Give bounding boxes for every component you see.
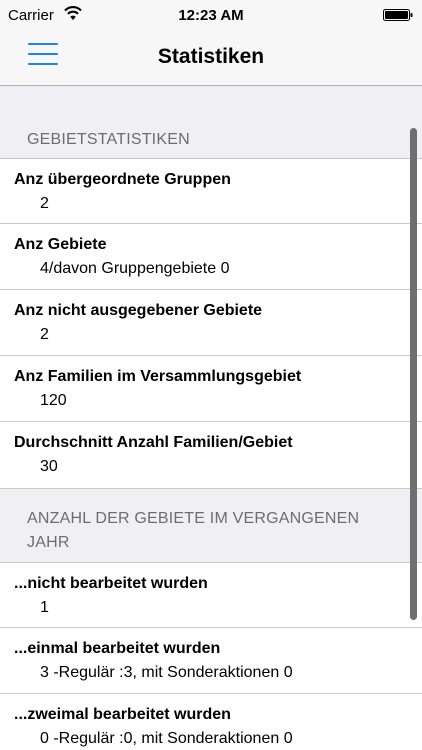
row-label: ...einmal bearbeitet wurden [14,640,221,657]
row-value: 3 -Regulär :3, mit Sonderaktionen 0 [40,664,293,681]
row-label: Anz Gebiete [14,236,107,253]
row-value: 30 [40,458,58,475]
list-item: ...einmal bearbeitet wurden 3 -Regulär :… [0,628,422,694]
row-value: 2 [40,195,49,212]
clock: 12:23 AM [178,7,244,24]
scrollbar[interactable] [410,128,417,620]
list-item: Anz übergeordnete Gruppen 2 [0,158,422,224]
row-label: Anz nicht ausgegebener Gebiete [14,302,263,319]
section-list: ...nicht bearbeitet wurden 1 ...einmal b… [0,562,422,750]
list-item: ...nicht bearbeitet wurden 1 [0,562,422,628]
row-label: ...nicht bearbeitet wurden [14,575,208,592]
row-value: 120 [40,392,67,409]
row-label: Anz übergeordnete Gruppen [14,171,231,188]
page-title: Statistiken [157,45,265,68]
section-header: GEBIETSTATISTIKEN [27,131,190,148]
section-list: Anz übergeordnete Gruppen 2 Anz Gebiete … [0,158,422,488]
list-item: ...zweimal bearbeitet wurden 0 -Regulär … [0,694,422,750]
list-item: Durchschnitt Anzahl Familien/Gebiet 30 [0,422,422,488]
status-bar: Carrier 12:23 AM [0,0,422,30]
row-value: 4/davon Gruppengebiete 0 [40,260,230,277]
row-label: Anz Familien im Versammlungsgebiet [14,368,302,385]
row-label: ...zweimal bearbeitet wurden [14,706,231,723]
list-item: Anz nicht ausgegebener Gebiete 2 [0,290,422,356]
statistics-list[interactable]: GEBIETSTATISTIKEN Anz übergeordnete Grup… [0,86,422,750]
row-label: Durchschnitt Anzahl Familien/Gebiet [14,434,293,451]
row-value: 1 [40,599,49,616]
row-value: 2 [40,326,49,343]
list-item: Anz Familien im Versammlungsgebiet 120 [0,356,422,422]
list-item: Anz Gebiete 4/davon Gruppengebiete 0 [0,224,422,290]
navigation-bar: Statistiken [0,30,422,86]
row-value: 0 -Regulär :0, mit Sonderaktionen 0 [40,730,293,747]
section-header: ANZAHL DER GEBIETE IM VERGANGENEN JAHR [0,488,422,562]
battery-icon [383,9,413,21]
